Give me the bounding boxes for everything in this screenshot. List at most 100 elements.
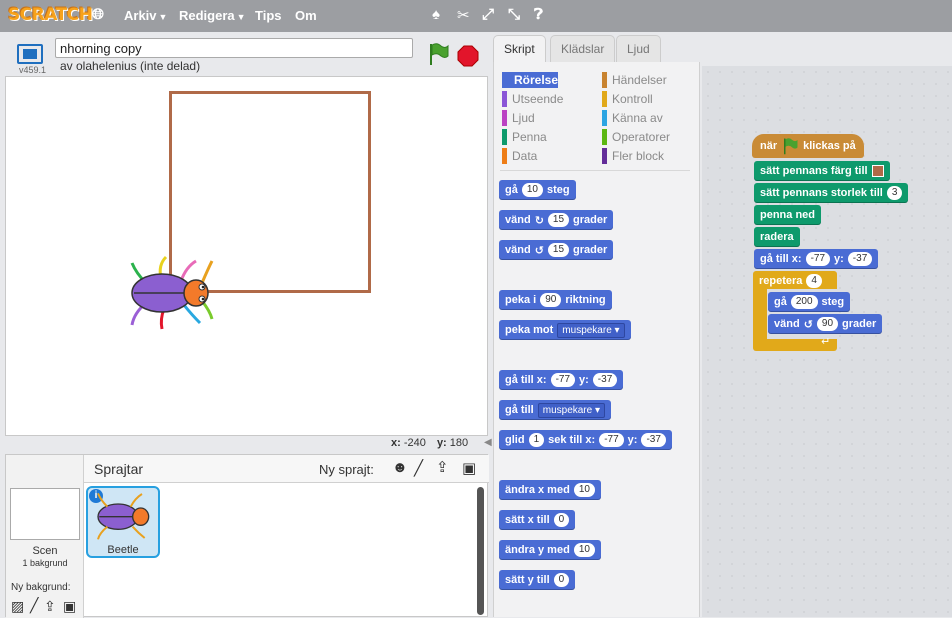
shrink-icon[interactable]: ⤡ <box>508 6 520 23</box>
block-set-pen-color[interactable]: sätt pennans färg till <box>754 161 890 181</box>
block-set-x[interactable]: sätt x till 0 <box>499 510 576 530</box>
block-input[interactable]: 10 <box>573 543 595 557</box>
project-title-input[interactable] <box>55 38 413 58</box>
block-point-towards[interactable]: peka mot muspekare ▾ <box>499 320 631 340</box>
tab-kladslar[interactable]: Klädslar <box>550 35 616 62</box>
scene-thumbnail[interactable] <box>10 488 80 540</box>
block-input[interactable]: 15 <box>547 243 570 257</box>
block-turn-left[interactable]: vänd ↺ 90 grader <box>768 314 883 334</box>
block-move-steps[interactable]: gå 10 steg <box>499 180 576 200</box>
block-clear[interactable]: radera <box>754 227 800 247</box>
sprite-library-icon[interactable]: ☻ <box>392 459 408 476</box>
block-text: grader <box>573 244 608 256</box>
sprites-scrollbar[interactable] <box>477 487 484 615</box>
block-goto-xy[interactable]: gå till x: -77 y: -37 <box>499 370 624 390</box>
block-input[interactable]: 0 <box>553 573 570 587</box>
category-rorelse[interactable]: Rörelse <box>502 72 558 88</box>
block-change-x[interactable]: ändra x med 10 <box>499 480 601 500</box>
block-input[interactable]: 10 <box>521 183 543 197</box>
beetle-sprite[interactable] <box>126 253 216 331</box>
scratch-logo[interactable]: SCRATCH <box>8 5 93 25</box>
menu-redigera[interactable]: Redigera ▼ <box>179 8 246 23</box>
rotate-cw-icon: ↻ <box>534 214 544 227</box>
block-when-flag-clicked[interactable]: när klickas på <box>752 134 864 158</box>
sprites-title: Sprajtar <box>94 461 144 477</box>
block-set-y[interactable]: sätt y till 0 <box>499 570 576 590</box>
block-text: sätt pennans färg till <box>760 165 868 177</box>
block-input[interactable]: 90 <box>540 293 562 307</box>
block-move-steps[interactable]: gå 200 steg <box>768 292 851 312</box>
collapse-arrow-icon[interactable]: ◀ <box>484 437 492 451</box>
block-input[interactable]: 0 <box>553 513 570 527</box>
grow-icon[interactable]: ⤢ <box>482 6 494 23</box>
scissors-icon[interactable]: ✂ <box>457 6 470 24</box>
color-swatch[interactable] <box>871 165 884 177</box>
stamp-icon[interactable]: ♠ <box>432 6 440 23</box>
stop-icon[interactable] <box>457 45 479 67</box>
category-utseende[interactable]: Utseende <box>502 91 563 107</box>
menu-arkiv-label: Arkiv <box>124 8 157 23</box>
block-point-direction[interactable]: peka i 90 riktning <box>499 290 612 310</box>
sprites-panel: Scen 1 bakgrund Ny bakgrund: ▨ ╱ ⇪ ▣ Spr… <box>5 454 489 618</box>
green-flag-icon[interactable] <box>427 42 449 66</box>
block-change-y[interactable]: ändra y med 10 <box>499 540 601 560</box>
block-glide[interactable]: glid 1 sek till x: -77 y: -37 <box>499 430 672 450</box>
block-turn-right[interactable]: vänd ↻ 15 grader <box>499 210 614 230</box>
category-operatorer[interactable]: Operatorer <box>602 129 670 145</box>
block-input[interactable]: -37 <box>592 373 618 387</box>
version-label: v459.1 <box>19 65 47 75</box>
category-fler-block[interactable]: Fler block <box>602 148 664 164</box>
sprite-tile-beetle[interactable]: i Beetle <box>86 486 160 558</box>
category-kontroll[interactable]: Kontroll <box>602 91 653 107</box>
paintbrush-icon[interactable]: ╱ <box>414 459 423 477</box>
block-goto-xy[interactable]: gå till x: -77 y: -37 <box>754 249 879 269</box>
menu-om[interactable]: Om <box>295 8 317 23</box>
block-goto[interactable]: gå till muspekare ▾ <box>499 400 612 420</box>
menu-tips[interactable]: Tips <box>255 8 282 23</box>
globe-icon[interactable]: 🌐︎ <box>92 6 104 23</box>
block-text: grader <box>573 214 608 226</box>
scene-label: Scen <box>32 545 58 557</box>
upload-icon[interactable]: ⇪ <box>436 458 449 476</box>
image-icon[interactable]: ▨ <box>11 598 24 615</box>
category-penna[interactable]: Penna <box>502 129 547 145</box>
camera-icon[interactable]: ▣ <box>63 598 76 615</box>
category-kanna-av[interactable]: Känna av <box>602 110 663 126</box>
fullscreen-icon[interactable] <box>17 44 43 64</box>
block-input[interactable]: 10 <box>573 483 595 497</box>
block-input[interactable]: 1 <box>528 433 545 447</box>
category-handelser[interactable]: Händelser <box>602 72 667 88</box>
block-input[interactable]: -37 <box>847 252 873 266</box>
category-data[interactable]: Data <box>502 148 537 164</box>
block-input[interactable]: 3 <box>886 186 903 200</box>
block-text: ändra x med <box>505 484 570 496</box>
menu-arkiv[interactable]: Arkiv ▼ <box>124 8 167 23</box>
green-flag-icon <box>784 138 798 155</box>
stage-canvas[interactable] <box>5 76 488 436</box>
paintbrush-icon[interactable]: ╱ <box>30 597 38 614</box>
block-input[interactable]: 200 <box>790 295 818 309</box>
block-input[interactable]: 90 <box>816 317 839 331</box>
block-text: radera <box>760 231 794 243</box>
block-input[interactable]: 4 <box>806 274 822 288</box>
block-set-pen-size[interactable]: sätt pennans storlek till 3 <box>754 183 909 203</box>
block-input[interactable]: -37 <box>641 433 666 447</box>
block-dropdown[interactable]: muspekare ▾ <box>537 402 606 418</box>
block-input[interactable]: 15 <box>547 213 570 227</box>
upload-icon[interactable]: ⇪ <box>44 598 56 615</box>
tab-skript[interactable]: Skript <box>493 35 546 63</box>
category-ljud[interactable]: Ljud <box>502 110 535 126</box>
help-icon[interactable]: ❓︎ <box>534 6 543 23</box>
block-dropdown[interactable]: muspekare ▾ <box>557 322 625 338</box>
tab-ljud[interactable]: Ljud <box>616 35 661 62</box>
block-turn-left[interactable]: vänd ↺ 15 grader <box>499 240 614 260</box>
block-input[interactable]: -77 <box>805 252 831 266</box>
block-pen-down[interactable]: penna ned <box>754 205 822 225</box>
sprite-name: Beetle <box>107 544 139 556</box>
block-text: steg <box>546 184 570 196</box>
category-divider <box>500 170 690 171</box>
block-input[interactable]: -77 <box>599 433 624 447</box>
block-input[interactable]: -77 <box>550 373 576 387</box>
caret-down-icon: ▼ <box>236 12 246 22</box>
camera-icon[interactable]: ▣ <box>462 459 476 477</box>
